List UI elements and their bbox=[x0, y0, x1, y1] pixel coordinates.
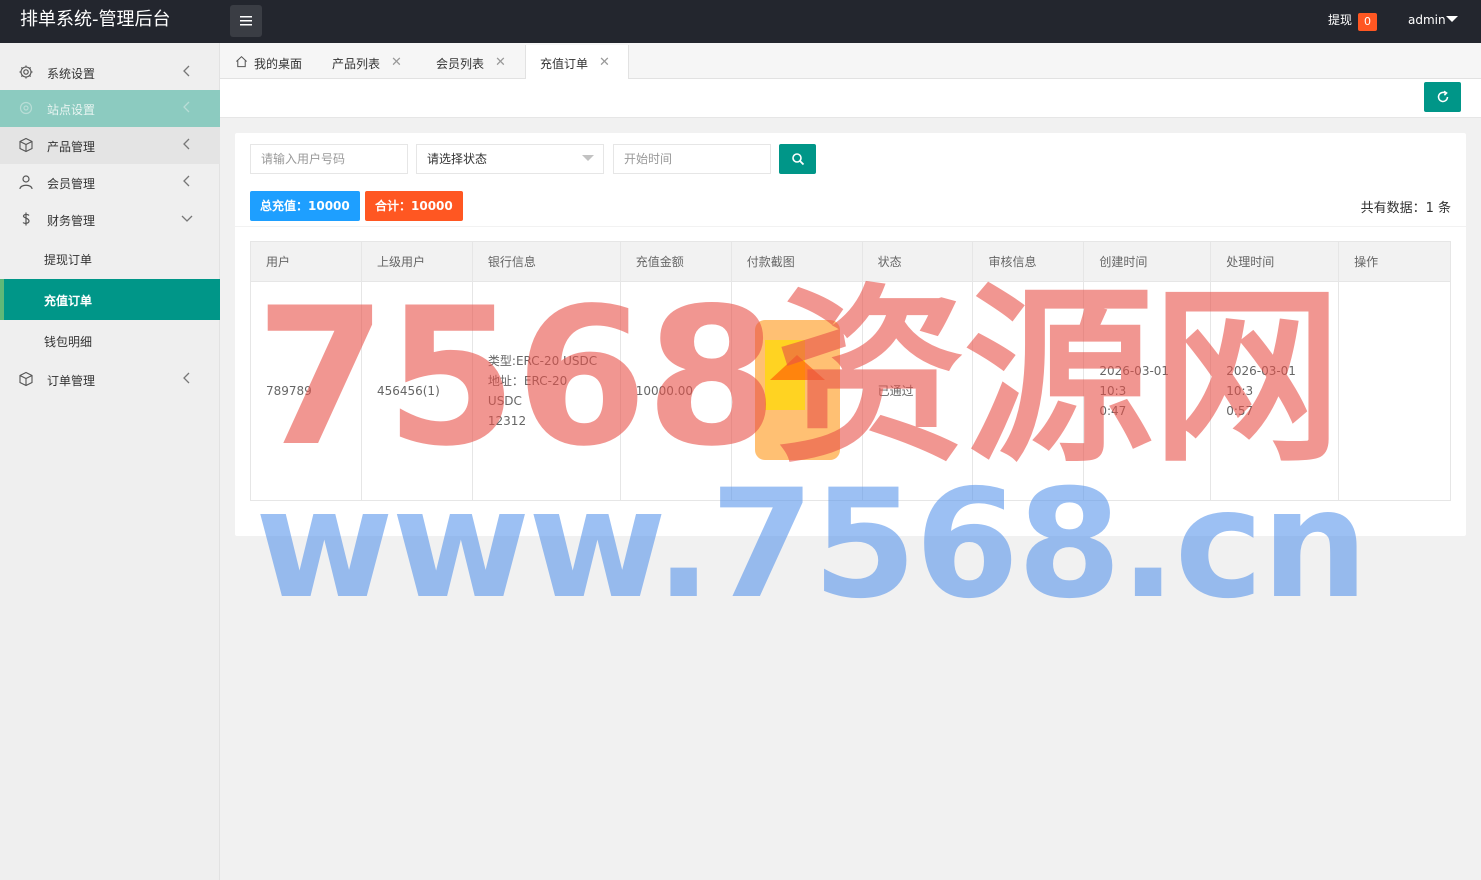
chevron-down-icon bbox=[181, 215, 193, 222]
refresh-button[interactable] bbox=[1424, 82, 1461, 112]
sidebar-subitem-wallet-details[interactable]: 钱包明细 bbox=[0, 320, 220, 361]
table-header-row: 用户 上级用户 银行信息 充值金额 付款截图 状态 审核信息 创建时间 处理时间… bbox=[250, 241, 1451, 282]
sidebar-item-label: 订单管理 bbox=[47, 374, 96, 388]
column-header[interactable]: 充值金额 bbox=[619, 241, 732, 282]
user-number-input[interactable] bbox=[250, 144, 408, 174]
cell-screenshot[interactable] bbox=[730, 281, 863, 501]
table-row[interactable]: 789789 456456(1) 类型:ERC-20 USDC 地址：ERC-2… bbox=[250, 281, 1451, 501]
processed-time-line: 2026-03-01 10:3 bbox=[1226, 364, 1296, 398]
bank-type: 类型:ERC-20 USDC bbox=[487, 354, 598, 368]
dollar-icon bbox=[22, 212, 30, 226]
cell-user: 789789 bbox=[250, 281, 362, 501]
sidebar-item-site-settings[interactable]: 站点设置 bbox=[0, 90, 220, 127]
column-header[interactable]: 处理时间 bbox=[1210, 241, 1340, 282]
user-icon bbox=[19, 175, 33, 190]
column-header[interactable]: 付款截图 bbox=[730, 241, 863, 282]
close-icon[interactable]: ✕ bbox=[391, 55, 402, 70]
bank-address-value: 12312 bbox=[487, 414, 527, 428]
close-icon[interactable]: ✕ bbox=[599, 55, 610, 70]
created-time-line: 2026-03-01 10:3 bbox=[1099, 364, 1170, 398]
home-icon bbox=[236, 55, 247, 68]
created-time-line: 0:47 bbox=[1099, 404, 1127, 418]
sidebar-subitem-label: 充值订单 bbox=[44, 294, 93, 308]
gear-icon bbox=[19, 65, 33, 79]
cell-actions[interactable] bbox=[1338, 281, 1451, 501]
menu-toggle-button[interactable] bbox=[230, 5, 262, 37]
status-select[interactable]: 请选择状态 bbox=[416, 144, 604, 174]
sidebar-item-order-management[interactable]: 订单管理 bbox=[0, 361, 220, 398]
start-time-input[interactable] bbox=[613, 144, 771, 174]
sidebar-item-product-management[interactable]: 产品管理 bbox=[0, 127, 220, 164]
sum-badge: 合计：10000 bbox=[365, 191, 463, 221]
sidebar-item-label: 财务管理 bbox=[47, 214, 96, 228]
cell-created-time: 2026-03-01 10:3 0:47 bbox=[1083, 281, 1212, 501]
chevron-left-icon bbox=[183, 175, 190, 187]
refresh-icon bbox=[1437, 90, 1448, 103]
sidebar-subitem-label: 钱包明细 bbox=[44, 335, 93, 349]
record-count: 共有数据：1 条 bbox=[1360, 201, 1451, 216]
sidebar-item-label: 会员管理 bbox=[47, 177, 96, 191]
sidebar-item-label: 站点设置 bbox=[47, 103, 96, 117]
tab-bar: 我的桌面 产品列表 ✕ 会员列表 ✕ 充值订单 ✕ bbox=[220, 43, 1481, 80]
cube-icon bbox=[19, 137, 33, 153]
column-header[interactable]: 审核信息 bbox=[972, 241, 1085, 282]
cell-amount: 10000.00 bbox=[619, 281, 732, 501]
column-header[interactable]: 操作 bbox=[1338, 241, 1451, 282]
app-title: 排单系统-管理后台 bbox=[20, 9, 171, 30]
sidebar-item-label: 系统设置 bbox=[47, 67, 96, 81]
bank-address: 地址：ERC-20 USDC bbox=[487, 374, 568, 408]
site-icon bbox=[19, 101, 33, 115]
top-header: 排单系统-管理后台 提现 0 admin bbox=[0, 0, 1481, 43]
caret-down-icon[interactable] bbox=[582, 155, 594, 161]
column-header[interactable]: 银行信息 bbox=[471, 241, 621, 282]
chevron-left-icon bbox=[183, 65, 190, 77]
chevron-left-icon bbox=[183, 138, 190, 150]
column-header[interactable]: 上级用户 bbox=[360, 241, 473, 282]
tab-product-list[interactable]: 产品列表 ✕ bbox=[315, 45, 419, 79]
tab-label: 产品列表 bbox=[332, 57, 381, 71]
tab-label: 充值订单 bbox=[540, 57, 589, 71]
cell-review-info bbox=[972, 281, 1085, 501]
tab-recharge-orders[interactable]: 充值订单 ✕ bbox=[525, 45, 629, 80]
sidebar-subitem-label: 提现订单 bbox=[44, 253, 93, 267]
tab-member-list[interactable]: 会员列表 ✕ bbox=[419, 45, 523, 79]
sidebar-item-label: 产品管理 bbox=[47, 140, 96, 154]
divider bbox=[235, 226, 1466, 227]
cell-processed-time: 2026-03-01 10:3 0:57 bbox=[1210, 281, 1340, 501]
column-header[interactable]: 创建时间 bbox=[1083, 241, 1212, 282]
cube-icon bbox=[19, 371, 33, 387]
column-header[interactable]: 用户 bbox=[250, 241, 362, 282]
tab-label: 我的桌面 bbox=[254, 57, 303, 71]
processed-time-line: 0:57 bbox=[1226, 404, 1254, 418]
column-header[interactable]: 状态 bbox=[861, 241, 974, 282]
chevron-left-icon bbox=[183, 372, 190, 384]
withdraw-link[interactable]: 提现 bbox=[1328, 0, 1352, 43]
sidebar-item-system-settings[interactable]: 系统设置 bbox=[0, 54, 220, 91]
cell-bank-info: 类型:ERC-20 USDC 地址：ERC-20 USDC 12312 bbox=[471, 281, 621, 501]
recharge-orders-table: 用户 上级用户 银行信息 充值金额 付款截图 状态 审核信息 创建时间 处理时间… bbox=[250, 241, 1451, 501]
withdraw-count-badge: 0 bbox=[1358, 13, 1377, 31]
caret-down-icon[interactable] bbox=[1446, 16, 1458, 22]
sidebar: 系统设置 站点设置 产品管理 会员管理 财务管理 提现订单 充值订单 钱包明细 … bbox=[0, 43, 220, 880]
tab-my-desktop[interactable]: 我的桌面 bbox=[220, 45, 315, 79]
sidebar-subitem-recharge-orders[interactable]: 充值订单 bbox=[0, 279, 220, 320]
sidebar-subitem-withdraw-orders[interactable]: 提现订单 bbox=[0, 238, 220, 279]
cell-status: 已通过 bbox=[861, 281, 974, 501]
sidebar-item-finance-management[interactable]: 财务管理 bbox=[0, 201, 220, 238]
user-menu[interactable]: admin bbox=[1408, 0, 1446, 43]
total-recharge-badge: 总充值：10000 bbox=[250, 191, 360, 221]
chevron-left-icon bbox=[183, 101, 190, 113]
close-icon[interactable]: ✕ bbox=[495, 55, 506, 70]
search-button[interactable] bbox=[779, 144, 816, 174]
tab-label: 会员列表 bbox=[436, 57, 485, 71]
search-icon bbox=[791, 153, 804, 166]
hamburger-icon bbox=[240, 16, 252, 26]
cell-parent-user: 456456(1) bbox=[360, 281, 473, 501]
sidebar-item-member-management[interactable]: 会员管理 bbox=[0, 164, 220, 201]
content-card: 请选择状态 总充值：10000 合计：10000 共有数据：1 条 用户 上级用… bbox=[235, 133, 1466, 536]
page-toolbar bbox=[220, 79, 1481, 118]
